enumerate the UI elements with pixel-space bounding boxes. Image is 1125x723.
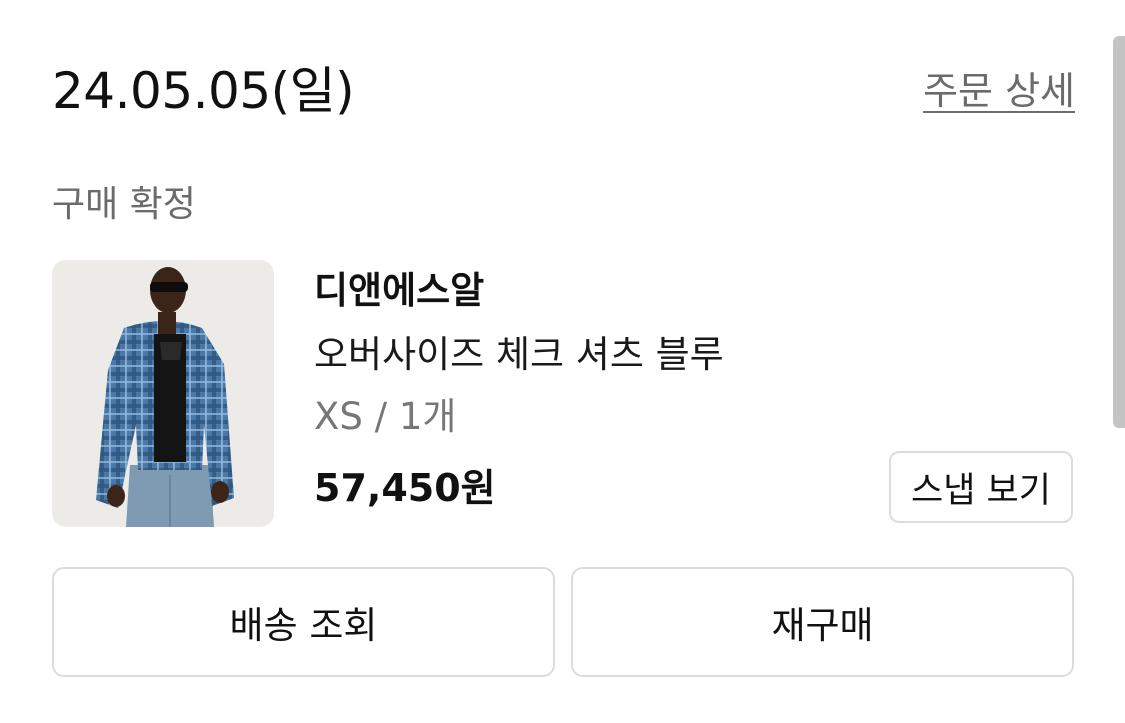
- scrollbar-thumb[interactable]: [1113, 36, 1125, 428]
- product-thumbnail[interactable]: [52, 260, 274, 527]
- brand-name[interactable]: 디앤에스알: [314, 266, 484, 316]
- product-name[interactable]: 오버사이즈 체크 셔츠 블루: [314, 330, 724, 380]
- product-option: XS / 1개: [314, 395, 457, 438]
- product-price: 57,450원: [314, 466, 496, 510]
- view-snap-button[interactable]: 스냅 보기: [889, 451, 1073, 523]
- order-detail-link[interactable]: 주문 상세: [923, 66, 1075, 116]
- track-delivery-button[interactable]: 배송 조회: [52, 567, 555, 677]
- order-status-label: 구매 확정: [52, 184, 196, 225]
- reorder-button[interactable]: 재구매: [571, 567, 1074, 677]
- product-photo-icon: [52, 260, 274, 527]
- order-date: 24.05.05(일): [52, 62, 355, 120]
